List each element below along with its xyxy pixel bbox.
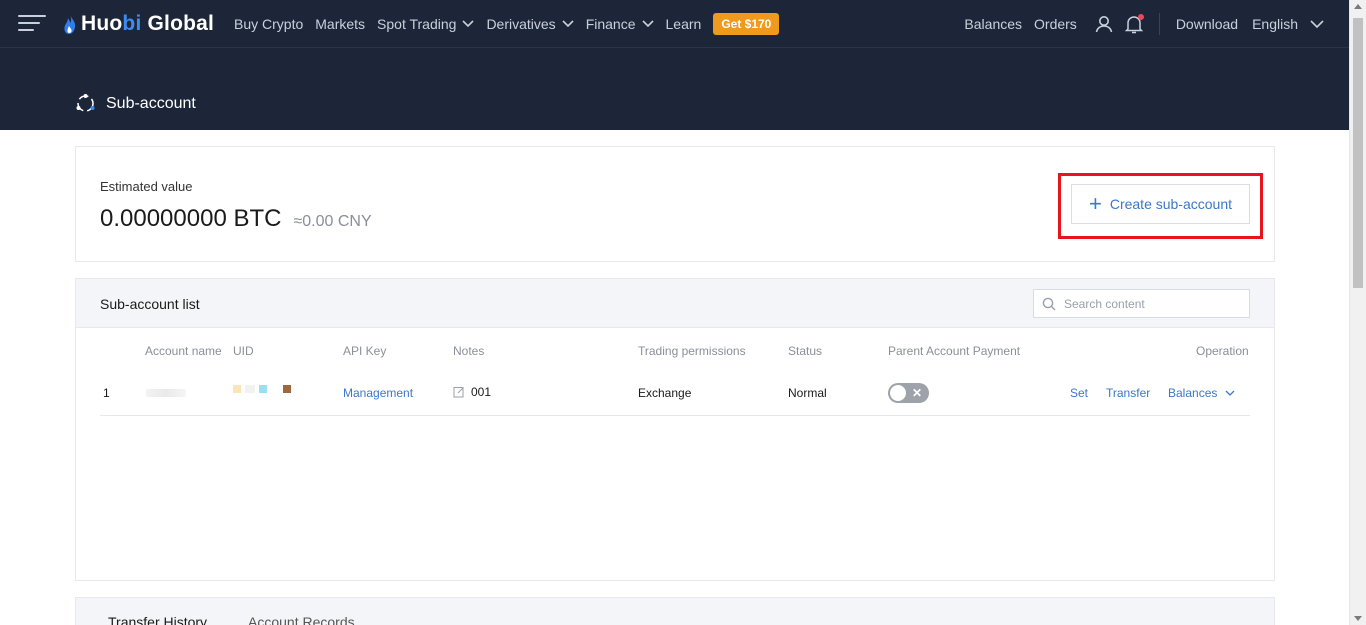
list-title: Sub-account list bbox=[100, 296, 200, 312]
chevron-down-icon bbox=[1310, 19, 1324, 28]
scrollbar-thumb[interactable] bbox=[1353, 18, 1363, 288]
uid-redacted bbox=[233, 385, 295, 393]
api-key-management-link[interactable]: Management bbox=[343, 386, 413, 400]
chevron-down-icon bbox=[462, 20, 475, 28]
tab-account-records[interactable]: Account Records bbox=[248, 614, 355, 625]
column-header-api-key: API Key bbox=[343, 344, 387, 358]
column-header-status: Status bbox=[788, 344, 823, 358]
menu-icon[interactable] bbox=[18, 15, 46, 33]
page-header-band bbox=[0, 48, 1349, 130]
close-icon: ✕ bbox=[911, 386, 922, 400]
tab-transfer-history[interactable]: Transfer History bbox=[108, 614, 207, 625]
top-navigation-bar: Huobi Global Buy Crypto Markets Spot Tra… bbox=[0, 0, 1349, 48]
scroll-up-arrow-icon[interactable] bbox=[1354, 4, 1362, 9]
column-header-account-name: Account name bbox=[145, 344, 222, 358]
chevron-down-icon bbox=[1225, 390, 1235, 396]
scroll-down-arrow-icon[interactable] bbox=[1354, 616, 1362, 621]
column-header-notes: Notes bbox=[453, 344, 485, 358]
nav-orders[interactable]: Orders bbox=[1034, 16, 1077, 32]
sub-account-list-card: Sub-account list Account name UID API Ke… bbox=[75, 278, 1275, 581]
balances-dropdown[interactable]: Balances bbox=[1168, 386, 1235, 400]
nav-markets[interactable]: Markets bbox=[315, 16, 365, 32]
cny-value: ≈0.00 CNY bbox=[293, 213, 372, 230]
nav-spot-trading[interactable]: Spot Trading bbox=[377, 16, 475, 32]
vertical-scrollbar[interactable] bbox=[1349, 0, 1366, 625]
search-box[interactable] bbox=[1033, 289, 1250, 318]
nav-derivatives[interactable]: Derivatives bbox=[486, 16, 574, 32]
nav-buy-crypto[interactable]: Buy Crypto bbox=[234, 16, 303, 32]
column-header-uid: UID bbox=[233, 344, 254, 358]
records-tabs-card: Transfer History Account Records bbox=[75, 597, 1275, 625]
flame-logo-icon bbox=[64, 14, 76, 34]
search-input[interactable] bbox=[1064, 296, 1234, 311]
btc-value: 0.00000000 BTC bbox=[100, 205, 282, 232]
page-title: Sub-account bbox=[75, 93, 196, 114]
column-header-parent-payment: Parent Account Payment bbox=[888, 344, 1021, 358]
huobi-logo[interactable]: Huobi Global bbox=[62, 11, 214, 37]
nav-download[interactable]: Download bbox=[1176, 16, 1238, 32]
estimated-value: 0.00000000 BTC ≈0.00 CNY bbox=[100, 205, 372, 233]
logo-wordmark: Huobi Global bbox=[81, 12, 215, 35]
list-header: Sub-account list bbox=[76, 279, 1274, 328]
trading-permissions-value: Exchange bbox=[638, 386, 692, 400]
sub-account-icon bbox=[76, 94, 95, 112]
search-icon bbox=[1042, 297, 1056, 310]
notes-cell[interactable]: 001 bbox=[453, 385, 491, 399]
nav-finance[interactable]: Finance bbox=[586, 16, 654, 32]
secondary-nav: Balances Orders Download English bbox=[952, 0, 1324, 48]
toggle-knob bbox=[890, 385, 906, 401]
chevron-down-icon bbox=[641, 20, 654, 28]
notification-dot bbox=[1137, 13, 1144, 20]
transfer-link[interactable]: Transfer bbox=[1106, 386, 1150, 400]
user-account-button[interactable] bbox=[1095, 15, 1113, 33]
promo-badge-button[interactable]: Get $170 bbox=[713, 13, 780, 35]
nav-balances[interactable]: Balances bbox=[964, 16, 1022, 32]
set-link[interactable]: Set bbox=[1070, 386, 1088, 400]
edit-icon[interactable] bbox=[453, 386, 465, 398]
chevron-down-icon bbox=[562, 20, 574, 28]
row-divider bbox=[100, 415, 1250, 416]
row-index: 1 bbox=[103, 386, 110, 400]
create-sub-account-button[interactable]: + Create sub-account bbox=[1071, 184, 1250, 224]
column-header-operation: Operation bbox=[1196, 344, 1249, 358]
account-name-redacted bbox=[146, 389, 186, 397]
parent-payment-toggle[interactable]: ✕ bbox=[888, 383, 929, 403]
plus-icon: + bbox=[1088, 191, 1102, 216]
estimated-value-label: Estimated value bbox=[100, 179, 193, 194]
status-value: Normal bbox=[788, 386, 827, 400]
primary-nav: Buy Crypto Markets Spot Trading Derivati… bbox=[234, 0, 780, 48]
estimated-value-card: Estimated value 0.00000000 BTC ≈0.00 CNY… bbox=[75, 146, 1275, 262]
notifications-button[interactable] bbox=[1124, 13, 1144, 34]
language-selector[interactable]: English bbox=[1252, 16, 1324, 32]
user-icon bbox=[1095, 16, 1113, 33]
column-header-trading-permissions: Trading permissions bbox=[638, 344, 746, 358]
nav-divider bbox=[1158, 13, 1160, 35]
nav-learn[interactable]: Learn bbox=[666, 16, 702, 32]
